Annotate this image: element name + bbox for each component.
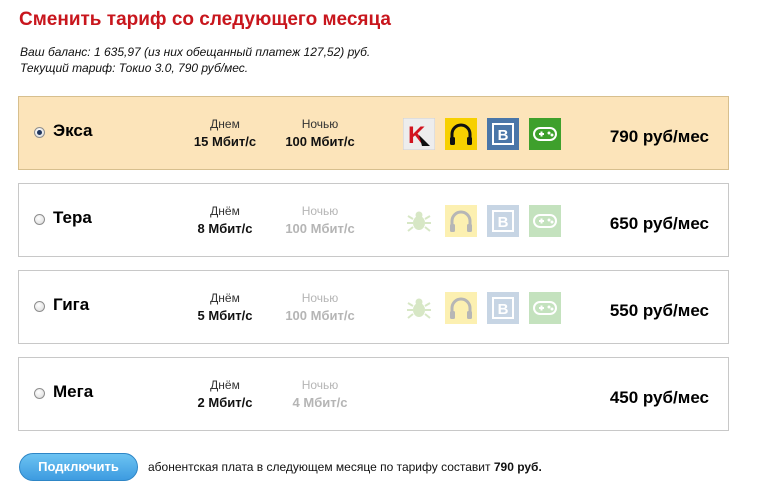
balance-line: Ваш баланс: 1 635,97 (из них обещанный п… — [20, 45, 371, 59]
tariff-radio[interactable] — [34, 388, 45, 399]
tariff-price: 550 руб/мес — [609, 301, 709, 320]
account-info: Ваш баланс: 1 635,97 (из них обещанный п… — [20, 44, 370, 76]
kaspersky-icon: K — [403, 118, 435, 150]
vkontakte-icon: B — [487, 205, 519, 237]
vkontakte-icon: B — [487, 118, 519, 150]
tariff-radio[interactable] — [34, 214, 45, 225]
tariff-name: Мега — [53, 382, 94, 401]
night-speed-label: Ночью — [301, 204, 339, 218]
headphones-icon — [445, 118, 477, 150]
tariff-price: 790 руб/мес — [609, 127, 709, 146]
connect-button[interactable]: Подключить — [19, 453, 138, 481]
day-speed-value: 15 Мбит/с — [193, 134, 257, 149]
night-speed-label: Ночью — [301, 291, 339, 305]
tariff-radio[interactable] — [34, 127, 45, 138]
day-speed-value: 8 Мбит/с — [197, 221, 253, 236]
tariff-radio[interactable] — [34, 301, 45, 312]
night-speed-value: 100 Мбит/с — [285, 221, 355, 236]
day-speed-label: Днём — [210, 378, 240, 392]
page-title: Сменить тариф со следующего месяца — [19, 9, 391, 30]
gamepad-icon — [529, 118, 561, 150]
gamepad-icon — [529, 205, 561, 237]
day-speed: Днем 15 Мбит/с — [170, 115, 280, 151]
vk-letter: B — [498, 301, 509, 318]
headphones-icon — [445, 205, 477, 237]
tariff-option-exa[interactable]: Экса Днем 15 Мбит/с Ночью 100 Мбит/с K B — [18, 96, 729, 170]
current-tariff-line: Текущий тариф: Токио 3.0, 790 руб/мес. — [20, 61, 249, 75]
payment-note: абонентская плата в следующем месяце по … — [148, 460, 542, 474]
tariff-option-tera[interactable]: Тера Днём 8 Мбит/с Ночью 100 Мбит/с B 65… — [18, 183, 729, 257]
tariff-price: 650 руб/мес — [609, 214, 709, 233]
tariff-name: Тера — [53, 208, 92, 227]
night-speed: Ночью 100 Мбит/с — [265, 289, 375, 325]
night-speed-label: Ночью — [301, 378, 339, 392]
payment-note-amount: 790 руб. — [493, 460, 542, 474]
day-speed-value: 5 Мбит/с — [197, 308, 253, 323]
tariff-option-giga[interactable]: Гига Днём 5 Мбит/с Ночью 100 Мбит/с B 55… — [18, 270, 729, 344]
tariff-price: 450 руб/мес — [609, 388, 709, 407]
night-speed: Ночью 4 Мбит/с — [265, 376, 375, 412]
antivirus-bug-icon — [407, 211, 431, 232]
day-speed-label: Днём — [210, 204, 240, 218]
night-speed-value: 100 Мбит/с — [285, 134, 355, 149]
antivirus-bug-icon — [407, 298, 431, 319]
vkontakte-icon: B — [487, 292, 519, 324]
tariff-name: Экса — [53, 121, 93, 140]
day-speed: Днём 8 Мбит/с — [170, 202, 280, 238]
day-speed-value: 2 Мбит/с — [197, 395, 253, 410]
gamepad-icon — [529, 292, 561, 324]
night-speed-value: 100 Мбит/с — [285, 308, 355, 323]
vk-letter: B — [498, 214, 509, 231]
day-speed-label: Днем — [210, 117, 240, 131]
headphones-icon — [445, 292, 477, 324]
night-speed-label: Ночью — [301, 117, 339, 131]
night-speed: Ночью 100 Мбит/с — [265, 115, 375, 151]
night-speed: Ночью 100 Мбит/с — [265, 202, 375, 238]
tariff-option-mega[interactable]: Мега Днём 2 Мбит/с Ночью 4 Мбит/с 450 ру… — [18, 357, 729, 431]
payment-note-text: абонентская плата в следующем месяце по … — [148, 460, 494, 474]
day-speed: Днём 2 Мбит/с — [170, 376, 280, 412]
day-speed-label: Днём — [210, 291, 240, 305]
tariff-name: Гига — [53, 295, 90, 314]
vk-letter: B — [498, 127, 509, 144]
day-speed: Днём 5 Мбит/с — [170, 289, 280, 325]
night-speed-value: 4 Мбит/с — [292, 395, 348, 410]
